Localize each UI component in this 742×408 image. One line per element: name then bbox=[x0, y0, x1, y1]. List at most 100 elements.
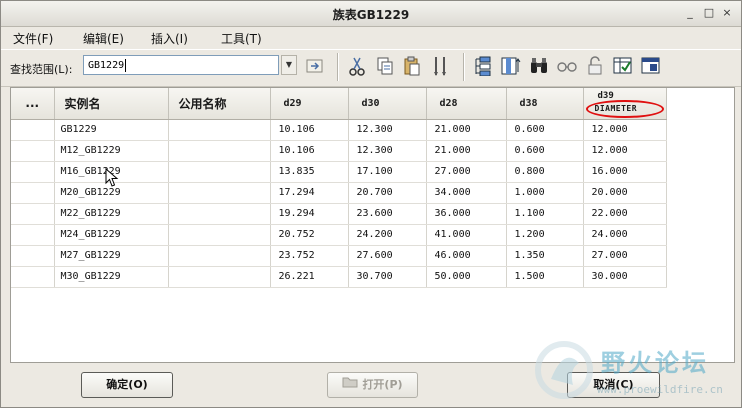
find-dropdown-button[interactable]: ▼ bbox=[281, 55, 297, 75]
column-header-d38[interactable]: d38 bbox=[506, 88, 584, 120]
table-row[interactable]: M30_GB1229 26.221 30.700 50.000 1.500 30.000 bbox=[11, 266, 667, 288]
value-cell[interactable]: 0.800 bbox=[506, 161, 584, 183]
instance-name-cell[interactable]: M24_GB1229 bbox=[54, 224, 169, 246]
row-selector-cell[interactable] bbox=[11, 182, 55, 204]
value-cell[interactable]: 17.294 bbox=[270, 182, 349, 204]
value-cell[interactable]: 12.300 bbox=[348, 140, 427, 162]
table-row[interactable]: M22_GB1229 19.294 23.600 36.000 1.100 22.000 bbox=[11, 203, 667, 225]
column-header-d28[interactable]: d28 bbox=[426, 88, 507, 120]
value-cell[interactable]: 12.000 bbox=[583, 119, 667, 141]
instance-name-cell[interactable]: M12_GB1229 bbox=[54, 140, 169, 162]
value-cell[interactable]: 30.700 bbox=[348, 266, 427, 288]
cut-icon[interactable] bbox=[346, 55, 368, 77]
instance-name-cell[interactable]: M22_GB1229 bbox=[54, 203, 169, 225]
value-cell[interactable]: 50.000 bbox=[426, 266, 507, 288]
verify-icon[interactable] bbox=[612, 55, 634, 77]
common-name-cell[interactable] bbox=[168, 182, 271, 204]
value-cell[interactable]: 0.600 bbox=[506, 140, 584, 162]
value-cell[interactable]: 23.752 bbox=[270, 245, 349, 267]
column-header-common-name[interactable]: 公用名称 bbox=[168, 88, 271, 120]
value-cell[interactable]: 21.000 bbox=[426, 119, 507, 141]
value-cell[interactable]: 24.200 bbox=[348, 224, 427, 246]
value-cell[interactable]: 30.000 bbox=[583, 266, 667, 288]
common-name-cell[interactable] bbox=[168, 119, 271, 141]
value-cell[interactable]: 1.200 bbox=[506, 224, 584, 246]
row-selector-cell[interactable] bbox=[11, 161, 55, 183]
value-cell[interactable]: 13.835 bbox=[270, 161, 349, 183]
menu-file[interactable]: 文件(F) bbox=[13, 30, 53, 47]
open-button[interactable]: 打开(P) bbox=[327, 372, 418, 398]
common-name-cell[interactable] bbox=[168, 203, 271, 225]
value-cell[interactable]: 19.294 bbox=[270, 203, 349, 225]
value-cell[interactable]: 21.000 bbox=[426, 140, 507, 162]
value-cell[interactable]: 12.000 bbox=[583, 140, 667, 162]
value-cell[interactable]: 10.106 bbox=[270, 140, 349, 162]
table-row[interactable]: M27_GB1229 23.752 27.600 46.000 1.350 27.000 bbox=[11, 245, 667, 267]
common-name-cell[interactable] bbox=[168, 224, 271, 246]
value-cell[interactable]: 27.600 bbox=[348, 245, 427, 267]
value-cell[interactable]: 46.000 bbox=[426, 245, 507, 267]
value-cell[interactable]: 0.600 bbox=[506, 119, 584, 141]
value-cell[interactable]: 1.350 bbox=[506, 245, 584, 267]
value-cell[interactable]: 12.300 bbox=[348, 119, 427, 141]
select-icon[interactable] bbox=[304, 55, 326, 77]
minimize-button[interactable]: _ bbox=[684, 7, 696, 19]
copy-icon[interactable] bbox=[374, 55, 396, 77]
value-cell[interactable]: 10.106 bbox=[270, 119, 349, 141]
column-header-d29[interactable]: d29 bbox=[270, 88, 349, 120]
value-cell[interactable]: 17.100 bbox=[348, 161, 427, 183]
table-row[interactable]: GB1229 10.106 12.300 21.000 0.600 12.000 bbox=[11, 119, 667, 141]
column-header-select[interactable]: ... bbox=[11, 88, 55, 120]
instance-name-cell[interactable]: M30_GB1229 bbox=[54, 266, 169, 288]
value-cell[interactable]: 16.000 bbox=[583, 161, 667, 183]
glasses-icon[interactable] bbox=[556, 55, 578, 77]
common-name-cell[interactable] bbox=[168, 266, 271, 288]
row-selector-cell[interactable] bbox=[11, 224, 55, 246]
value-cell[interactable]: 36.000 bbox=[426, 203, 507, 225]
value-cell[interactable]: 41.000 bbox=[426, 224, 507, 246]
value-cell[interactable]: 24.000 bbox=[583, 224, 667, 246]
common-name-cell[interactable] bbox=[168, 140, 271, 162]
value-cell[interactable]: 1.500 bbox=[506, 266, 584, 288]
row-selector-cell[interactable] bbox=[11, 266, 55, 288]
menu-tools[interactable]: 工具(T) bbox=[221, 30, 262, 47]
menu-edit[interactable]: 编辑(E) bbox=[83, 30, 124, 47]
common-name-cell[interactable] bbox=[168, 161, 271, 183]
fill-icon[interactable] bbox=[429, 55, 451, 77]
row-selector-cell[interactable] bbox=[11, 140, 55, 162]
common-name-cell[interactable] bbox=[168, 245, 271, 267]
ok-button[interactable]: 确定(O) bbox=[81, 372, 173, 398]
row-selector-cell[interactable] bbox=[11, 119, 55, 141]
table-row[interactable]: M12_GB1229 10.106 12.300 21.000 0.600 12.000 bbox=[11, 140, 667, 162]
column-header-instance[interactable]: 实例名 bbox=[54, 88, 169, 120]
column-header-d39[interactable]: d39 DIAMETER bbox=[583, 88, 667, 120]
row-selector-cell[interactable] bbox=[11, 203, 55, 225]
paste-icon[interactable] bbox=[401, 55, 423, 77]
tree-icon[interactable] bbox=[472, 55, 494, 77]
binoculars-icon[interactable] bbox=[528, 55, 550, 77]
preview-icon[interactable] bbox=[640, 55, 662, 77]
value-cell[interactable]: 1.100 bbox=[506, 203, 584, 225]
maximize-button[interactable]: □ bbox=[703, 7, 715, 19]
instance-name-cell[interactable]: M27_GB1229 bbox=[54, 245, 169, 267]
table-row[interactable]: M24_GB1229 20.752 24.200 41.000 1.200 24.000 bbox=[11, 224, 667, 246]
value-cell[interactable]: 20.752 bbox=[270, 224, 349, 246]
menu-insert[interactable]: 插入(I) bbox=[151, 30, 188, 47]
find-input[interactable]: GB1229 bbox=[83, 55, 279, 75]
value-cell[interactable]: 27.000 bbox=[426, 161, 507, 183]
column-header-d30[interactable]: d30 bbox=[348, 88, 427, 120]
insert-column-icon[interactable] bbox=[500, 55, 522, 77]
lock-icon[interactable] bbox=[584, 55, 606, 77]
instance-name-cell[interactable]: GB1229 bbox=[54, 119, 169, 141]
row-selector-cell[interactable] bbox=[11, 245, 55, 267]
value-cell[interactable]: 20.000 bbox=[583, 182, 667, 204]
value-cell[interactable]: 20.700 bbox=[348, 182, 427, 204]
title-bar[interactable]: 族表GB1229 _ □ × bbox=[1, 1, 741, 27]
value-cell[interactable]: 26.221 bbox=[270, 266, 349, 288]
close-button[interactable]: × bbox=[721, 7, 733, 19]
value-cell[interactable]: 23.600 bbox=[348, 203, 427, 225]
value-cell[interactable]: 27.000 bbox=[583, 245, 667, 267]
value-cell[interactable]: 34.000 bbox=[426, 182, 507, 204]
value-cell[interactable]: 1.000 bbox=[506, 182, 584, 204]
value-cell[interactable]: 22.000 bbox=[583, 203, 667, 225]
